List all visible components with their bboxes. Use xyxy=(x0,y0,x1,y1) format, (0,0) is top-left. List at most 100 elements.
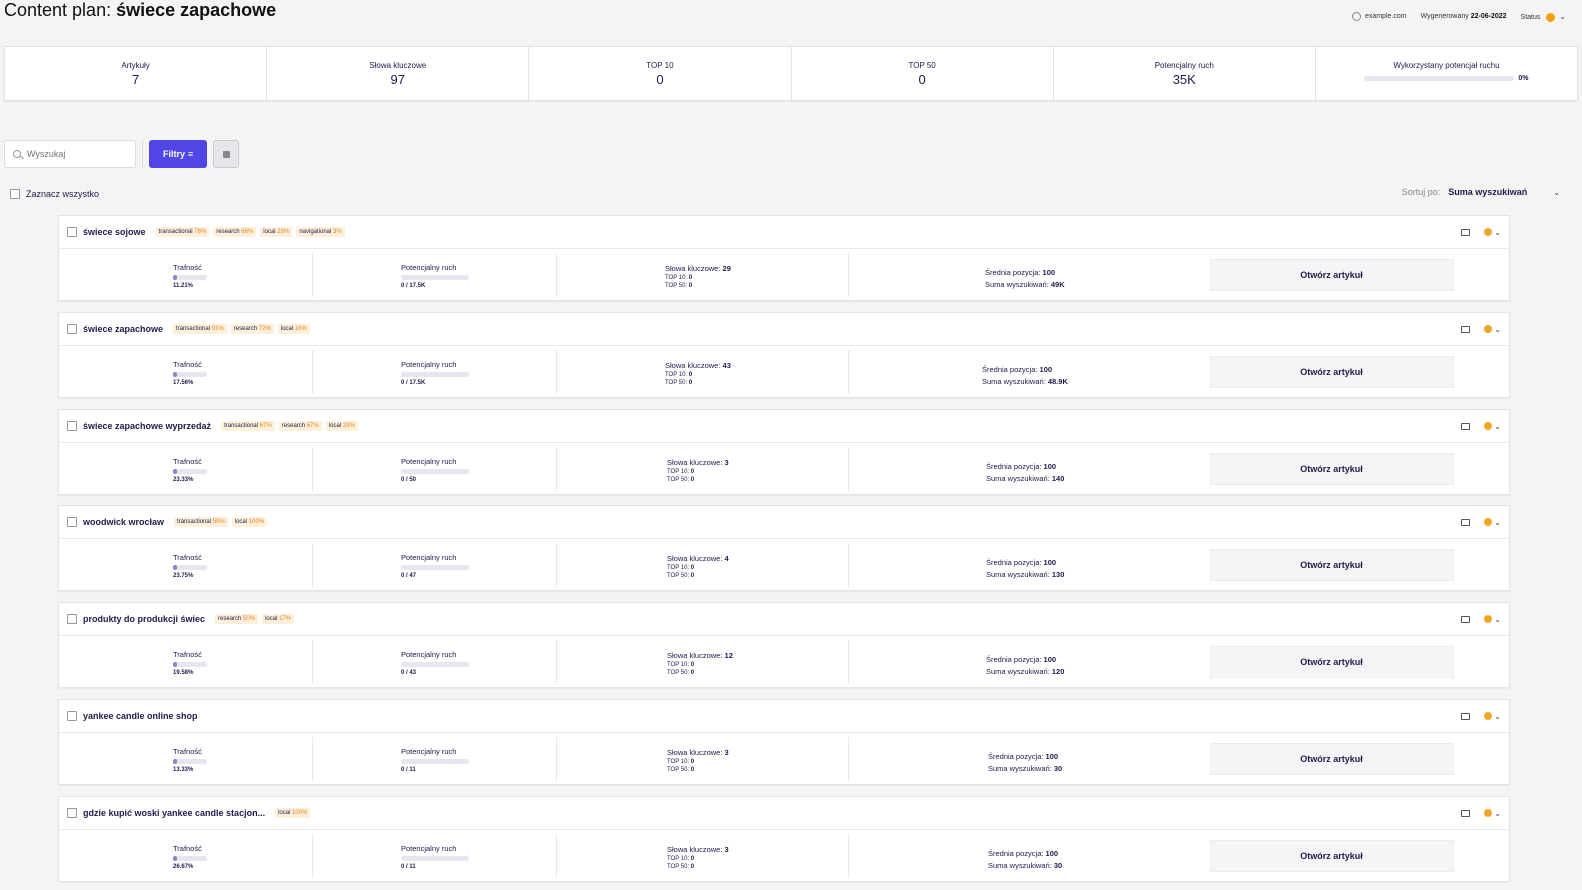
traffic-column: Potencjalny ruch 0 / 43 xyxy=(313,640,557,684)
article-checkbox[interactable] xyxy=(67,614,77,624)
search-input[interactable] xyxy=(27,149,127,159)
open-article-button[interactable]: Otwórz artykuł xyxy=(1209,453,1454,485)
position-column: Średnia pozycja: 100 Suma wyszukiwań: 30 xyxy=(988,752,1063,773)
relevance-bar xyxy=(173,565,207,570)
open-article-button[interactable]: Otwórz artykuł xyxy=(1209,549,1454,581)
article-checkbox[interactable] xyxy=(67,517,77,527)
article-status-selector[interactable]: ⌄ xyxy=(1484,712,1501,721)
article-card-body: Trafność 23.33% Potencjalny ruch 0 / 50 Słow… xyxy=(59,443,1509,495)
keywords-count: 3 xyxy=(724,845,729,854)
article-status-selector[interactable]: ⌄ xyxy=(1484,422,1501,431)
position-column: Średnia pozycja: 100 Suma wyszukiwań: 30 xyxy=(988,849,1063,870)
article-title[interactable]: produkty do produkcji świec xyxy=(83,614,205,624)
traffic-bar xyxy=(401,275,469,280)
article-title[interactable]: świece zapachowe xyxy=(83,324,163,334)
relevance-value: 11.21% xyxy=(173,283,194,289)
avg-position: 100 xyxy=(1042,268,1056,277)
sort-control[interactable]: Sortuj po: Suma wyszukiwań ⌄ xyxy=(1402,187,1560,197)
search-icon xyxy=(13,150,21,158)
open-article-button[interactable]: Otwórz artykuł xyxy=(1209,646,1454,678)
position-column: Średnia pozycja: 100 Suma wyszukiwań: 130 xyxy=(986,558,1065,579)
intent-tag: navigational 3% xyxy=(296,227,345,237)
open-column: Otwórz artykuł xyxy=(1154,249,1509,301)
article-checkbox[interactable] xyxy=(67,711,77,721)
relevance-column: Trafność 13.33% xyxy=(59,737,313,781)
article-card-header: świece sojowe transactional 76% research 6… xyxy=(59,216,1509,249)
article-card-header: woodwick wrocław transactional 50% local 1… xyxy=(59,506,1509,539)
article-status-selector[interactable]: ⌄ xyxy=(1484,325,1501,334)
comment-icon[interactable] xyxy=(1461,325,1471,333)
chevron-down-icon: ⌄ xyxy=(1494,614,1501,624)
keywords-count: 29 xyxy=(722,264,731,273)
article-card: produkty do produkcji świec research 50% l… xyxy=(58,602,1510,688)
keywords-count: 43 xyxy=(722,361,731,370)
avg-position: 100 xyxy=(1043,558,1057,567)
select-all-checkbox[interactable] xyxy=(10,189,20,199)
article-status-selector[interactable]: ⌄ xyxy=(1484,228,1501,237)
intent-tag: local 17% xyxy=(262,614,295,624)
intent-tag: research 72% xyxy=(230,324,274,334)
relevance-bar xyxy=(173,275,207,280)
used-potential-bar xyxy=(1364,76,1515,81)
article-title[interactable]: woodwick wrocław xyxy=(83,517,164,527)
keywords-column: Słowa kluczowe: 3 TOP 10: 0 TOP 50: 0 xyxy=(557,834,849,878)
traffic-value: 0 / 17.5K xyxy=(401,283,426,289)
filter-icon: ≡ xyxy=(188,149,194,159)
open-article-button[interactable]: Otwórz artykuł xyxy=(1209,743,1454,775)
comment-icon[interactable] xyxy=(1461,712,1471,720)
keywords-column: Słowa kluczowe: 43 TOP 10: 0 TOP 50: 0 xyxy=(557,350,849,394)
comment-icon[interactable] xyxy=(1461,615,1471,623)
article-card-body: Trafność 26.67% Potencjalny ruch 0 / 11 Słow… xyxy=(59,830,1509,882)
keywords-column: Słowa kluczowe: 3 TOP 10: 0 TOP 50: 0 xyxy=(557,447,849,491)
relevance-column: Trafność 19.58% xyxy=(59,640,313,684)
comment-icon[interactable] xyxy=(1461,228,1471,236)
open-article-button[interactable]: Otwórz artykuł xyxy=(1209,259,1454,291)
save-button[interactable] xyxy=(213,140,240,168)
domain-info[interactable]: example.com xyxy=(1351,12,1407,22)
search-sum: 120 xyxy=(1051,667,1065,676)
keywords-count: 3 xyxy=(724,458,729,467)
status-dot-icon xyxy=(1484,228,1493,236)
article-title[interactable]: yankee candle online shop xyxy=(83,711,198,721)
status-dot-icon xyxy=(1484,809,1493,817)
relevance-bar-fill xyxy=(173,275,177,280)
chevron-down-icon: ⌄ xyxy=(1494,421,1501,431)
open-article-button[interactable]: Otwórz artykuł xyxy=(1209,356,1454,388)
search-sum: 49K xyxy=(1050,280,1065,289)
article-card: gdzie kupić woski yankee candle stacjon.… xyxy=(58,796,1510,882)
comment-icon[interactable] xyxy=(1461,422,1471,430)
traffic-column: Potencjalny ruch 0 / 11 xyxy=(313,834,557,878)
traffic-value: 0 / 43 xyxy=(401,670,417,676)
search-box[interactable] xyxy=(4,140,136,168)
status-dot-icon xyxy=(1484,615,1493,623)
article-status-selector[interactable]: ⌄ xyxy=(1484,518,1501,527)
domain-text: example.com xyxy=(1364,13,1407,21)
keywords-column: Słowa kluczowe: 3 TOP 10: 0 TOP 50: 0 xyxy=(557,737,849,781)
keywords-count: 12 xyxy=(724,651,733,660)
article-title[interactable]: świece sojowe xyxy=(83,227,146,237)
comment-icon[interactable] xyxy=(1461,518,1471,526)
save-icon xyxy=(222,150,230,158)
article-card: świece zapachowe transactional 91% researc… xyxy=(58,312,1510,398)
article-title[interactable]: gdzie kupić woski yankee candle stacjon.… xyxy=(83,808,265,818)
article-checkbox[interactable] xyxy=(67,324,77,334)
avg-position: 100 xyxy=(1039,365,1053,374)
select-all[interactable]: Zaznacz wszystko xyxy=(10,189,99,199)
search-sum: 48.9K xyxy=(1047,377,1068,386)
status-selector[interactable]: Status ⌄ xyxy=(1521,12,1566,22)
article-status-selector[interactable]: ⌄ xyxy=(1484,809,1501,818)
article-checkbox[interactable] xyxy=(67,808,77,818)
relevance-bar-fill xyxy=(173,759,177,764)
stat-used-potential: Wykorzystany potencjał ruchu 0% xyxy=(1316,47,1577,100)
filter-button[interactable]: Filtry ≡ xyxy=(149,140,208,168)
page-title-prefix: Content plan: xyxy=(4,0,112,20)
article-checkbox[interactable] xyxy=(67,421,77,431)
chevron-down-icon: ⌄ xyxy=(1494,227,1501,237)
article-status-selector[interactable]: ⌄ xyxy=(1484,615,1501,624)
open-article-button[interactable]: Otwórz artykuł xyxy=(1209,840,1454,872)
comment-icon[interactable] xyxy=(1461,809,1471,817)
traffic-value: 0 / 47 xyxy=(401,573,417,579)
article-checkbox[interactable] xyxy=(67,227,77,237)
article-title[interactable]: świece zapachowe wyprzedaż xyxy=(83,421,211,431)
traffic-bar xyxy=(401,856,469,861)
